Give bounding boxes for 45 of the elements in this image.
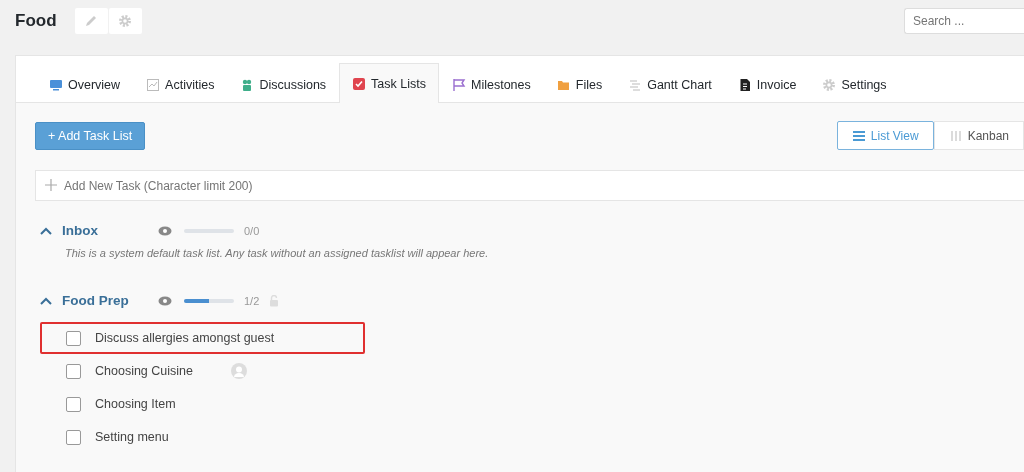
task-checkbox[interactable] — [66, 363, 81, 379]
collapse-icon[interactable] — [40, 296, 52, 305]
task-title[interactable]: Setting menu — [95, 430, 169, 444]
list-icon — [851, 129, 866, 142]
task-list-title[interactable]: Food Prep — [62, 293, 148, 308]
search-field[interactable]: Search ... — [904, 8, 1024, 34]
eye-icon[interactable] — [158, 225, 172, 236]
tab[interactable]: Overview — [36, 65, 134, 103]
flag-icon — [452, 77, 466, 92]
task-title[interactable]: Discuss allergies amongst guest — [95, 331, 275, 345]
project-title: Food — [15, 11, 57, 31]
collapse-icon[interactable] — [40, 226, 52, 235]
new-task-field[interactable]: Add New Task (Character limit 200) — [35, 170, 1024, 201]
progress-bar — [184, 298, 234, 303]
tab[interactable]: Discussions — [227, 65, 340, 103]
eye-icon[interactable] — [158, 295, 172, 306]
task-title[interactable]: Choosing Item — [95, 397, 176, 411]
task-title[interactable]: Choosing Cuisine — [95, 364, 193, 378]
tab[interactable]: Milestones — [439, 65, 544, 103]
pencil-icon — [84, 14, 99, 28]
plus-icon — [45, 179, 57, 191]
checkbox-icon — [352, 76, 367, 91]
progress-count: 1/2 — [244, 294, 260, 307]
tab[interactable]: Activities — [133, 65, 228, 103]
task-checkbox[interactable] — [66, 396, 81, 412]
tab[interactable]: Invoice — [724, 65, 810, 103]
gear-icon — [822, 77, 837, 92]
view-toggle[interactable]: Kanban — [933, 121, 1024, 150]
tab[interactable]: Gantt Chart — [615, 65, 725, 103]
progress-bar — [184, 228, 234, 233]
edit-button[interactable] — [74, 8, 108, 34]
task-checkbox[interactable] — [66, 330, 81, 346]
tab[interactable]: Settings — [809, 65, 900, 103]
settings-icon — [118, 14, 133, 28]
task-checkbox[interactable] — [66, 429, 81, 445]
settings-button[interactable] — [108, 8, 142, 34]
tab[interactable]: Task Lists — [339, 63, 439, 103]
lines-icon — [628, 77, 643, 92]
task-list-description: This is a system default task list. Any task without an assigned tasklist will appear here. — [65, 247, 490, 259]
task-list-title[interactable]: Inbox — [62, 223, 148, 238]
columns-icon — [948, 129, 963, 142]
monitor-icon — [49, 77, 63, 92]
chart-icon — [146, 77, 161, 92]
progress-count: 0/0 — [244, 224, 260, 237]
tab[interactable]: Files — [543, 65, 616, 103]
